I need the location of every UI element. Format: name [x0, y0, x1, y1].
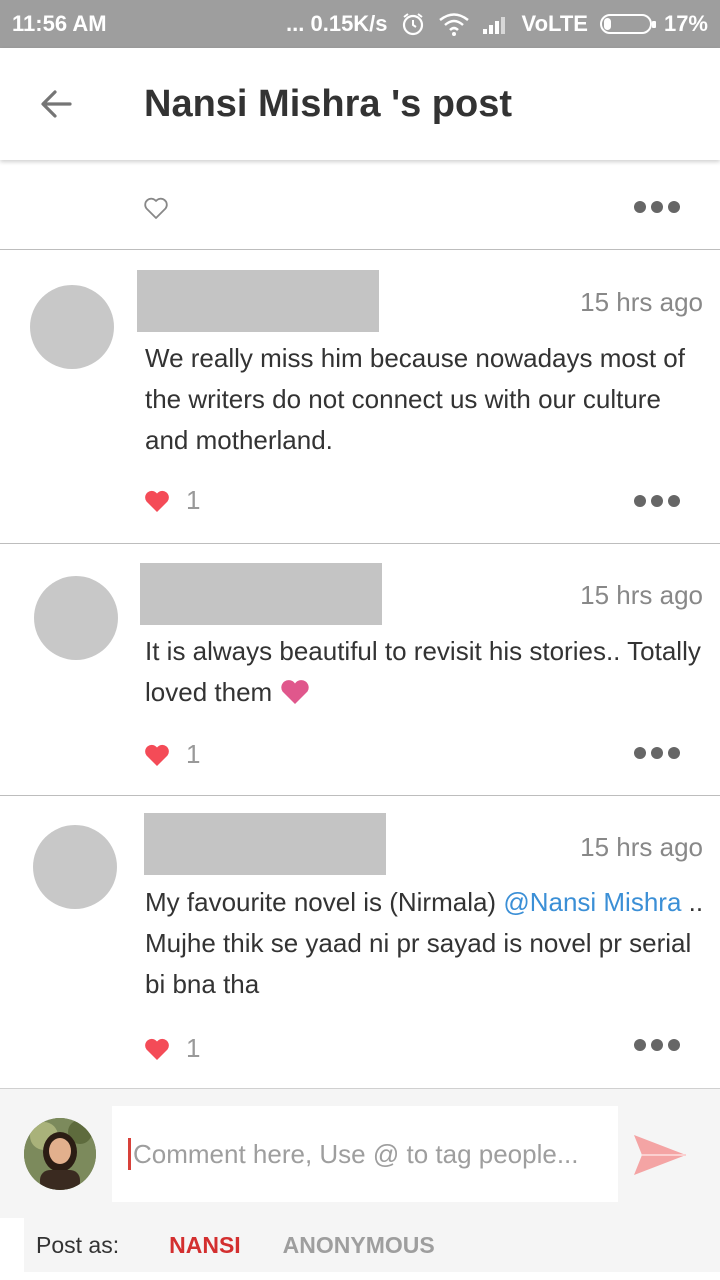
volte-label: VoLTE — [521, 11, 588, 36]
comment-text: It is always beautiful to revisit his st… — [145, 631, 705, 713]
post-as-label: Post as: — [36, 1231, 120, 1258]
page-title: Nansi Mishra 's post — [144, 82, 513, 125]
status-bar: 11:56 AM ... 0.15K/s VoLTE 17% — [0, 0, 720, 48]
heart-filled-icon — [145, 1038, 169, 1060]
comment-text-part: My favourite novel is (Nirmala) — [145, 887, 504, 917]
post-more-button[interactable] — [634, 197, 680, 217]
comment-time: 15 hrs ago — [580, 832, 703, 862]
like-count: 1 — [186, 485, 201, 515]
comment-time: 15 hrs ago — [580, 580, 703, 610]
comment-time: 15 hrs ago — [580, 287, 703, 317]
commenter-name-redacted — [144, 813, 386, 875]
comment-input[interactable] — [133, 1138, 603, 1170]
text-cursor — [128, 1138, 131, 1170]
heart-emoji-icon — [281, 680, 309, 704]
status-time: 11:56 AM — [12, 11, 107, 36]
signal-icon — [482, 13, 510, 35]
post-actions — [0, 160, 720, 250]
avatar[interactable] — [34, 576, 118, 660]
comment-more-button[interactable] — [634, 491, 680, 511]
comment-item: 15 hrs ago It is always beautiful to rev… — [0, 544, 720, 796]
like-count: 1 — [186, 1033, 201, 1063]
wifi-icon — [438, 12, 470, 36]
comment-composer — [0, 1088, 720, 1218]
commenter-name-redacted — [140, 563, 382, 625]
battery-icon — [599, 14, 656, 34]
comment-item: 15 hrs ago We really miss him because no… — [0, 251, 720, 544]
like-button[interactable]: 1 — [144, 485, 200, 516]
alarm-icon — [400, 11, 426, 37]
user-avatar[interactable] — [24, 1118, 96, 1190]
comment-input-box[interactable] — [112, 1106, 618, 1202]
heart-filled-icon — [145, 744, 169, 766]
like-button[interactable]: 1 — [144, 1033, 200, 1064]
comment-text: We really miss him because nowadays most… — [145, 343, 685, 455]
like-count: 1 — [186, 739, 201, 769]
comment-text: My favourite novel is (Nirmala) @Nansi M… — [145, 882, 705, 1005]
send-icon[interactable] — [630, 1131, 690, 1179]
comment-text-body: It is always beautiful to revisit his st… — [145, 636, 701, 707]
back-button[interactable] — [20, 68, 92, 140]
comment-more-button[interactable] — [634, 743, 680, 763]
avatar[interactable] — [33, 825, 117, 909]
app-bar: Nansi Mishra 's post — [0, 48, 720, 160]
post-as-anonymous-option[interactable]: ANONYMOUS — [283, 1232, 435, 1259]
heart-filled-icon — [145, 490, 169, 512]
post-as-bar: Post as: NANSI ANONYMOUS — [0, 1218, 720, 1280]
comment-item: 15 hrs ago My favourite novel is (Nirmal… — [0, 796, 720, 1088]
commenter-name-redacted — [137, 270, 379, 332]
heart-outline-icon[interactable] — [143, 195, 169, 221]
like-button[interactable]: 1 — [144, 739, 200, 770]
comment-more-button[interactable] — [634, 1035, 680, 1055]
post-as-nansi-option[interactable]: NANSI — [169, 1232, 241, 1259]
battery-percent: 17% — [663, 11, 708, 36]
user-photo-icon — [24, 1118, 96, 1190]
network-speed: ... 0.15K/s — [286, 11, 388, 36]
mention-link[interactable]: @Nansi Mishra — [503, 887, 681, 917]
avatar[interactable] — [30, 285, 114, 369]
arrow-back-icon — [41, 90, 72, 118]
